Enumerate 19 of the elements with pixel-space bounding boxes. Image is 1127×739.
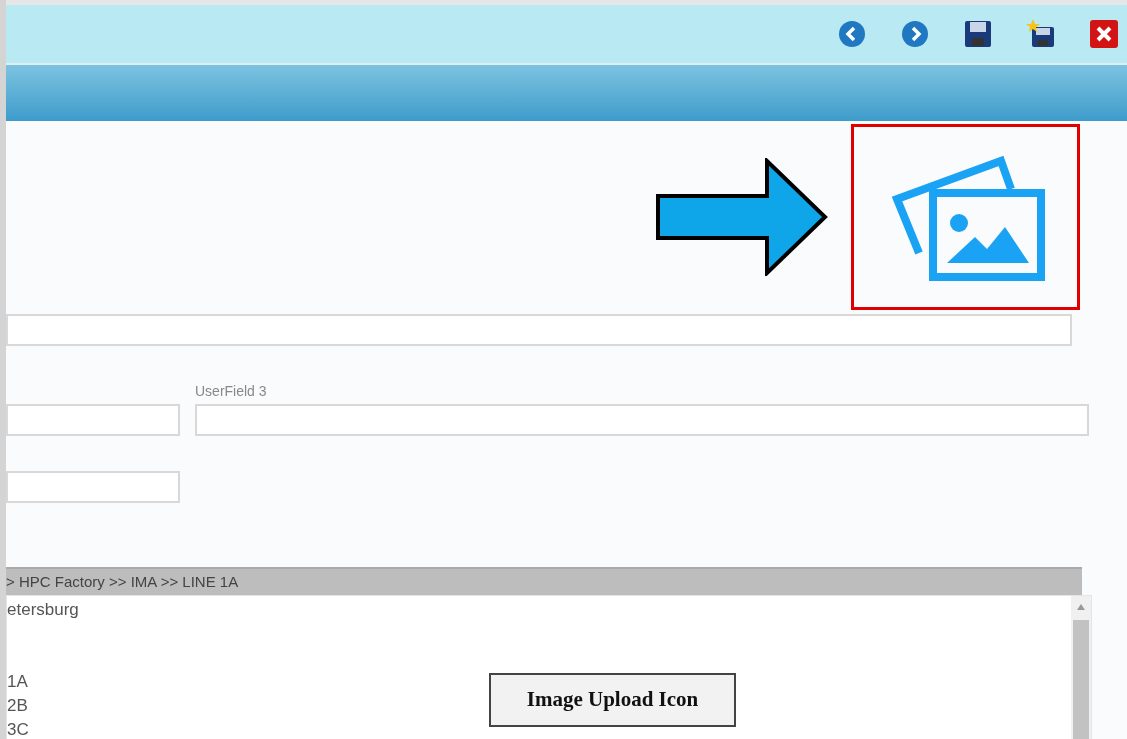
save-icon[interactable] xyxy=(963,19,993,49)
input-field[interactable] xyxy=(6,404,180,436)
back-icon[interactable] xyxy=(837,19,867,49)
forward-icon[interactable] xyxy=(900,19,930,49)
tree-item[interactable]: 3C xyxy=(7,718,29,739)
field-label: UserField 3 xyxy=(195,382,268,401)
scroll-thumb[interactable] xyxy=(1073,619,1089,739)
tree-item[interactable]: etersburg xyxy=(7,598,79,622)
input-field[interactable] xyxy=(6,471,180,503)
caption-label: Image Upload Icon xyxy=(489,673,736,727)
scroll-up-icon[interactable] xyxy=(1077,604,1085,610)
input-field[interactable] xyxy=(195,404,1089,436)
close-icon[interactable] xyxy=(1089,19,1119,49)
tree-item[interactable]: 2B xyxy=(7,694,28,718)
save-new-icon[interactable] xyxy=(1026,19,1056,49)
breadcrumb-path: > HPC Factory >> IMA >> LINE 1A xyxy=(6,571,239,592)
input-field[interactable] xyxy=(6,314,1072,346)
tree-item[interactable]: 1A xyxy=(7,670,28,694)
scrollbar[interactable] xyxy=(1071,596,1091,739)
